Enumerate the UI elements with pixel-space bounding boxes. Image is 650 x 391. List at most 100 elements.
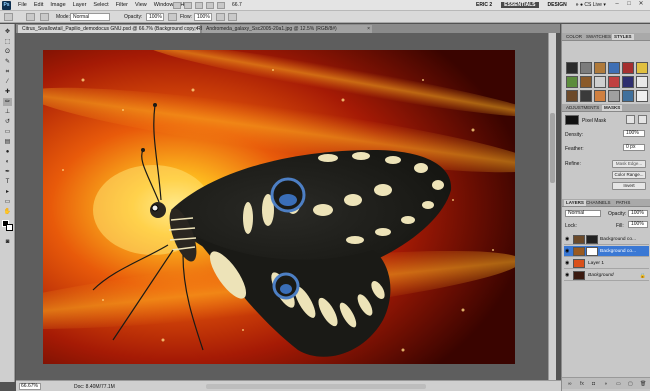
brush-tool-preset-icon[interactable] [4,13,13,21]
style-swatch[interactable] [566,62,578,74]
style-swatch[interactable] [636,62,648,74]
eraser-tool-icon[interactable]: ▭ [3,128,12,136]
image-canvas[interactable] [43,50,515,364]
style-swatch[interactable] [580,90,592,102]
gradient-tool-icon[interactable]: ▤ [3,138,12,146]
style-swatch[interactable] [636,90,648,102]
flow-field[interactable]: 100% [194,13,212,21]
document-size[interactable]: Doc: 8.40M/77.1M [74,384,115,390]
visibility-eye-icon[interactable]: ◉ [565,273,571,278]
style-swatch[interactable] [622,90,634,102]
history-brush-tool-icon[interactable]: ↺ [3,118,12,126]
tab-masks[interactable]: MASKS [602,105,623,111]
minimize-button[interactable]: – [612,1,622,9]
zoom-input[interactable]: 66.67% [19,383,41,390]
document-tab-galaxy[interactable]: Andromeda_galaxy_Ssc2005-20a1.jpg @ 12.5… [202,25,372,33]
menu-window[interactable]: Window [154,2,174,8]
workspace-more[interactable]: » [576,2,579,8]
style-swatch[interactable] [566,90,578,102]
workspace-design[interactable]: DESIGN [548,2,567,8]
mask-edge-button[interactable]: Mask Edge... [612,160,646,168]
layer-row[interactable]: ◉ Layer 1 [564,258,649,269]
menu-image[interactable]: Image [50,2,65,8]
zoom-level[interactable]: 66.7 [232,2,242,8]
visibility-eye-icon[interactable]: ◉ [565,249,571,254]
clone-stamp-tool-icon[interactable]: ⊥ [3,108,12,116]
fx-icon[interactable]: fx [580,381,584,387]
quick-selection-tool-icon[interactable]: ✎ [3,58,12,66]
pressure-opacity-icon[interactable] [168,13,177,21]
brush-tool-icon[interactable]: ✏ [3,98,12,106]
bridge-icon[interactable] [173,2,181,9]
shape-tool-icon[interactable]: ▭ [3,198,12,206]
cs-live-button[interactable]: ● CS Live ▾ [580,2,606,8]
mode-select[interactable]: Normal [70,13,110,21]
vector-mask-button-icon[interactable] [638,115,647,124]
blend-mode-select[interactable]: Normal [565,210,601,217]
style-swatch[interactable] [580,62,592,74]
crop-tool-icon[interactable]: ⌗ [3,68,12,76]
eyedropper-tool-icon[interactable]: ⁄ [3,78,12,86]
blur-tool-icon[interactable]: ● [3,148,12,156]
workspace-essentials[interactable]: ESSENTIALS [501,2,539,8]
airbrush-icon[interactable] [216,13,225,21]
path-selection-tool-icon[interactable]: ▸ [3,188,12,196]
tab-layers[interactable]: LAYERS [564,200,586,206]
adjustment-icon[interactable]: ◑ [604,381,607,387]
layer-row[interactable]: ◉ Background co... [564,234,649,245]
menu-select[interactable]: Select [93,2,108,8]
fill-field[interactable]: 100% [628,221,648,228]
opacity-field[interactable]: 100% [146,13,164,21]
density-field[interactable]: 100% [623,130,645,137]
style-swatch[interactable] [594,62,606,74]
style-swatch[interactable] [594,76,606,88]
tab-styles[interactable]: STYLES [612,34,634,40]
zoom-tool-icon[interactable] [206,2,214,9]
mini-bridge-icon[interactable] [184,2,192,9]
style-swatch[interactable] [636,76,648,88]
close-tab-icon[interactable]: × [367,25,370,33]
tab-channels[interactable]: CHANNELS [584,200,613,206]
color-range-button[interactable]: Color Range... [612,171,646,179]
menu-view[interactable]: View [135,2,147,8]
layer-opacity-field[interactable]: 100% [628,210,648,217]
style-swatch[interactable] [622,76,634,88]
scroll-thumb[interactable] [550,113,555,183]
brush-panel-icon[interactable] [40,13,49,21]
pen-tool-icon[interactable]: ✒ [3,168,12,176]
link-icon[interactable]: ∞ [568,381,572,387]
pressure-size-icon[interactable] [228,13,237,21]
tab-color[interactable]: COLOR [564,34,584,40]
move-tool-icon[interactable]: ✥ [3,28,12,36]
dock-collapse-bar[interactable] [562,24,650,33]
layer-row[interactable]: ◉ Background 🔒 [564,270,649,281]
hand-tool-icon[interactable]: ✋ [3,208,12,216]
style-swatch[interactable] [566,76,578,88]
type-tool-icon[interactable]: T [3,178,12,186]
mask-icon[interactable]: ◘ [592,381,595,387]
menu-edit[interactable]: Edit [34,2,43,8]
new-layer-icon[interactable]: ▢ [628,381,633,387]
folder-icon[interactable]: ▭ [616,381,621,387]
style-swatch[interactable] [594,90,606,102]
hand-tool-icon[interactable] [195,2,203,9]
horizontal-scrollbar[interactable] [206,384,426,389]
tab-adjustments[interactable]: ADJUSTMENTS [564,105,601,111]
rotate-view-icon[interactable] [217,2,225,9]
menu-filter[interactable]: Filter [116,2,128,8]
maximize-button[interactable]: □ [624,1,634,9]
layer-row[interactable]: ◉ Background co... [564,246,649,257]
layer-mask-thumbnail[interactable] [586,235,598,244]
pixel-mask-button-icon[interactable] [626,115,635,124]
healing-brush-tool-icon[interactable]: ✚ [3,88,12,96]
layer-mask-thumbnail[interactable] [586,247,598,256]
style-swatch[interactable] [580,76,592,88]
document-tab-butterfly[interactable]: Citrus_Swallowtail_Papilio_demodocus GNU… [18,25,216,33]
dodge-tool-icon[interactable]: ◐ [3,158,12,166]
menu-file[interactable]: File [18,2,27,8]
tab-paths[interactable]: PATHS [614,200,632,206]
feather-field[interactable]: 0 px [623,144,645,151]
visibility-eye-icon[interactable]: ◉ [565,237,571,242]
background-color-swatch[interactable] [6,224,13,231]
invert-button[interactable]: Invert [612,182,646,190]
